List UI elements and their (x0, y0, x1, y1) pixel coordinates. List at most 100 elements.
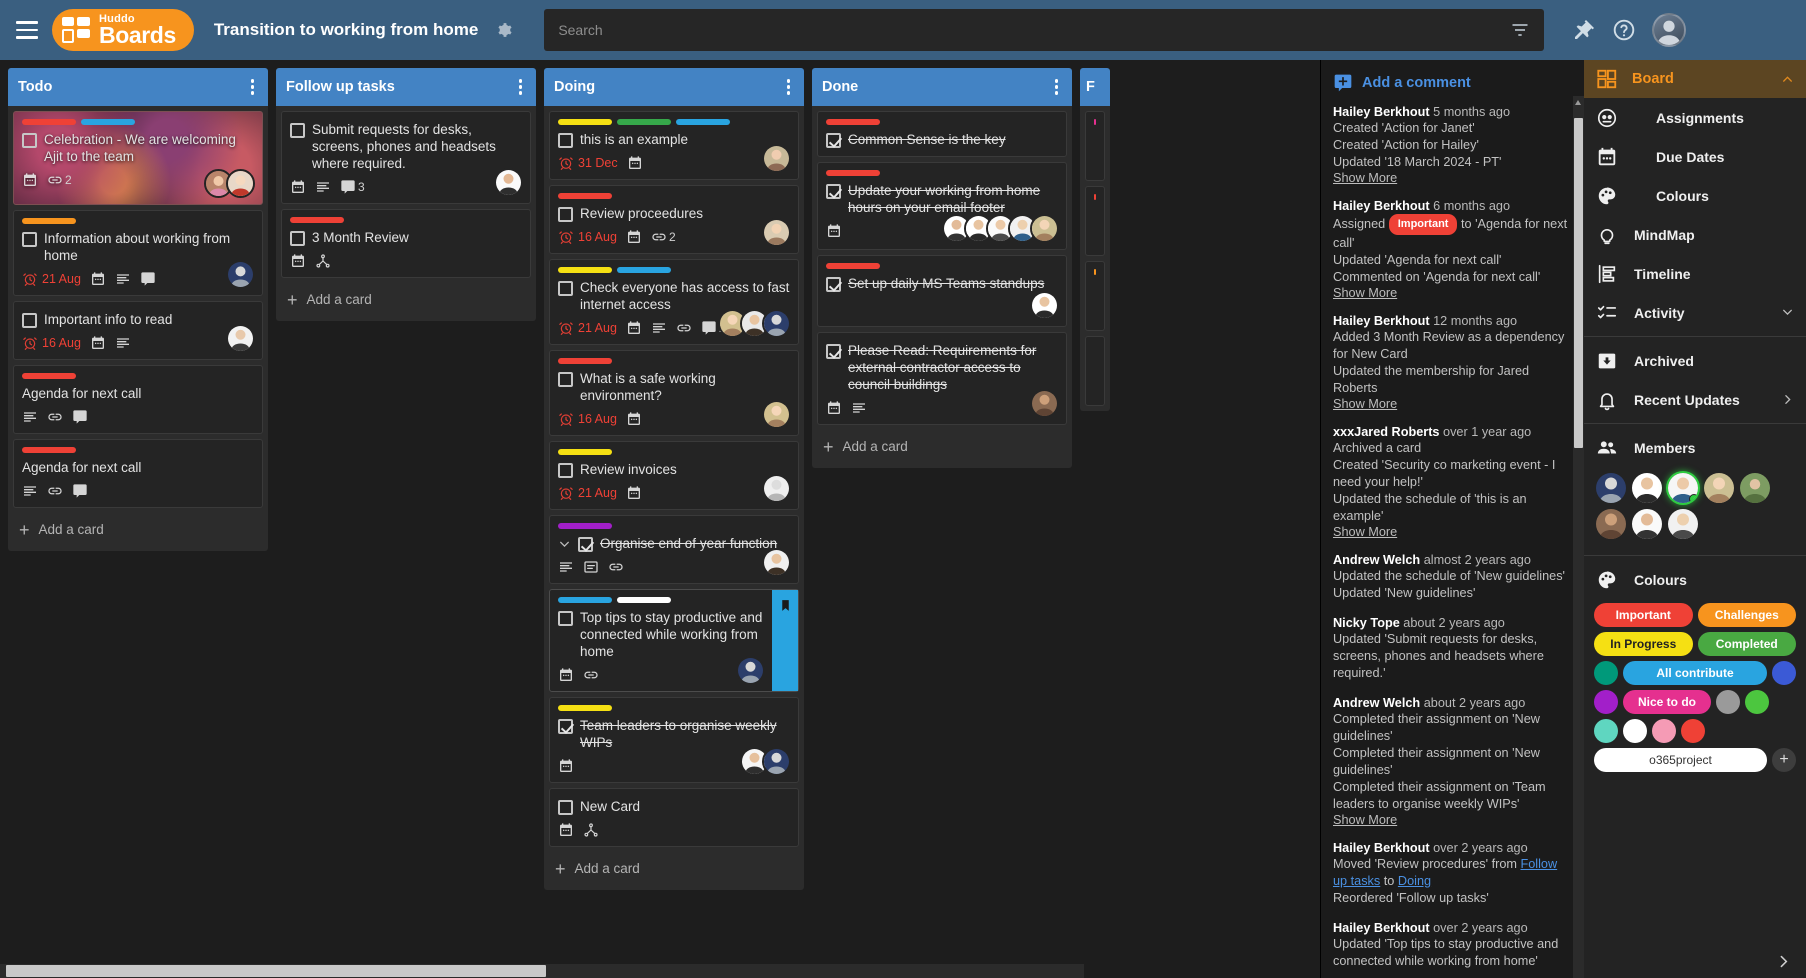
avatar[interactable] (1632, 509, 1662, 539)
horizontal-scrollbar[interactable] (0, 964, 1084, 978)
avatar[interactable] (1740, 473, 1770, 503)
card-checkbox[interactable] (558, 800, 573, 815)
card-checkbox[interactable] (558, 133, 573, 148)
menu-icon[interactable] (12, 15, 42, 45)
colour-swatch-mint[interactable] (1594, 719, 1618, 743)
card-partial[interactable] (1085, 186, 1105, 256)
add-colour-button[interactable]: + (1772, 748, 1796, 772)
help-icon[interactable] (1612, 18, 1636, 42)
column-menu-icon[interactable] (1051, 75, 1063, 99)
avatar[interactable] (1668, 509, 1698, 539)
show-more-link[interactable]: Show More (1333, 171, 1572, 185)
avatar[interactable] (1704, 473, 1734, 503)
card-checkbox[interactable] (558, 281, 573, 296)
card-checkbox[interactable] (558, 372, 573, 387)
avatar[interactable] (494, 168, 523, 197)
column-menu-icon[interactable] (515, 75, 527, 99)
card-partial[interactable] (1085, 111, 1105, 181)
card-checkbox[interactable] (22, 232, 37, 247)
chevron-right-icon[interactable] (1781, 393, 1794, 406)
pin-icon[interactable] (1572, 18, 1596, 42)
card-new-card[interactable]: New Card (549, 788, 799, 847)
user-avatar[interactable] (1652, 13, 1687, 47)
card-check-internet[interactable]: Check everyone has access to fast intern… (549, 259, 799, 345)
card-checkbox[interactable] (826, 184, 841, 199)
bookmark-flag[interactable] (772, 590, 798, 691)
sidebar-item-due-dates[interactable]: Due Dates (1584, 137, 1806, 176)
card-this-is-an-example[interactable]: this is an example 31 Dec (549, 111, 799, 180)
sidebar-item-activity[interactable]: Activity (1584, 293, 1806, 332)
huddo-boards-logo[interactable]: Huddo Boards (52, 9, 194, 51)
card-checkbox[interactable] (290, 231, 305, 246)
avatar[interactable] (1632, 473, 1662, 503)
add-card-button[interactable]: + Add a card (817, 430, 1067, 463)
avatar[interactable] (1596, 473, 1626, 503)
add-card-button[interactable]: + Add a card (549, 852, 799, 885)
sidebar-item-colours[interactable]: Colours (1584, 176, 1806, 215)
avatar[interactable] (762, 474, 791, 503)
card-review-proceedures[interactable]: Review proceedures 16 Aug 2 (549, 185, 799, 254)
column-menu-icon[interactable] (783, 75, 795, 99)
search-bar[interactable] (544, 9, 1545, 51)
avatar[interactable] (226, 260, 255, 289)
card-agenda-1[interactable]: Agenda for next call (13, 365, 263, 434)
card-checkbox[interactable] (558, 207, 573, 222)
card-partial[interactable] (1085, 261, 1105, 331)
card-top-tips[interactable]: Top tips to stay productive and connecte… (549, 589, 799, 692)
colour-swatch-white[interactable] (1623, 719, 1647, 743)
sidebar-item-archived[interactable]: Archived (1584, 341, 1806, 380)
avatar[interactable] (1596, 509, 1626, 539)
card-submit-requests[interactable]: Submit requests for desks, screens, phon… (281, 111, 531, 204)
card-checkbox[interactable] (826, 133, 841, 148)
sidebar-item-mindmap[interactable]: MindMap (1584, 215, 1806, 254)
colour-swatch-blue[interactable] (1772, 661, 1796, 685)
sidebar-item-assignments[interactable]: Assignments (1584, 98, 1806, 137)
avatar[interactable] (762, 218, 791, 247)
card-agenda-2[interactable]: Agenda for next call (13, 439, 263, 508)
card-safe-working-env[interactable]: What is a safe working environment? 16 A… (549, 350, 799, 436)
card-checkbox[interactable] (558, 611, 573, 626)
card-checkbox[interactable] (290, 123, 305, 138)
sidebar-item-timeline[interactable]: Timeline (1584, 254, 1806, 293)
card-checkbox[interactable] (558, 463, 573, 478)
filter-icon[interactable] (1510, 20, 1530, 40)
avatar[interactable] (762, 400, 791, 429)
colour-swatch-all-contribute[interactable]: All contribute (1623, 661, 1767, 685)
gear-icon[interactable] (496, 22, 512, 38)
avatar[interactable] (1030, 214, 1059, 243)
avatar[interactable] (1030, 291, 1059, 320)
card-external-contractor[interactable]: Please Read: Requirements for external c… (817, 332, 1067, 425)
sidebar-item-recent-updates[interactable]: Recent Updates (1584, 380, 1806, 419)
scroll-up-arrow-icon[interactable] (1575, 100, 1581, 105)
card-checkbox[interactable] (22, 133, 37, 148)
activity-moved-to[interactable]: Doing (1398, 874, 1431, 888)
card-review-invoices[interactable]: Review invoices 21 Aug (549, 441, 799, 510)
colour-swatch-challenges[interactable]: Challenges (1697, 603, 1796, 627)
card-checkbox[interactable] (826, 344, 841, 359)
card-partial[interactable] (1085, 336, 1105, 406)
add-comment-button[interactable]: Add a comment (1321, 60, 1584, 104)
column-menu-icon[interactable] (247, 75, 259, 99)
card-update-email-footer[interactable]: Update your working from home hours on y… (817, 162, 1067, 250)
avatar[interactable] (736, 656, 765, 685)
card-checkbox[interactable] (578, 537, 593, 552)
card-important-info[interactable]: Important info to read 16 Aug (13, 301, 263, 360)
colour-swatch-nice-to-do[interactable]: Nice to do (1623, 690, 1711, 714)
card-celebration[interactable]: Celebration - We are welcoming Ajit to t… (13, 111, 263, 205)
card-ms-teams-standups[interactable]: Set up daily MS Teams standups (817, 255, 1067, 327)
chevron-up-icon[interactable] (1781, 73, 1794, 86)
colour-swatch-in-progress[interactable]: In Progress (1594, 632, 1693, 656)
avatar[interactable] (226, 169, 255, 198)
add-card-button[interactable]: + Add a card (13, 513, 263, 546)
activity-scrollbar[interactable] (1573, 96, 1584, 978)
avatar[interactable] (762, 309, 791, 338)
colour-swatch-important[interactable]: Important (1594, 603, 1693, 627)
colour-swatch-completed[interactable]: Completed (1697, 632, 1796, 656)
card-3-month-review[interactable]: 3 Month Review (281, 209, 531, 278)
card-checkbox[interactable] (22, 313, 37, 328)
colour-swatch-grey[interactable] (1716, 690, 1740, 714)
avatar[interactable] (762, 548, 791, 577)
colour-name-input[interactable] (1594, 748, 1767, 772)
search-input[interactable] (558, 22, 1511, 38)
chevron-down-icon[interactable] (558, 538, 571, 551)
